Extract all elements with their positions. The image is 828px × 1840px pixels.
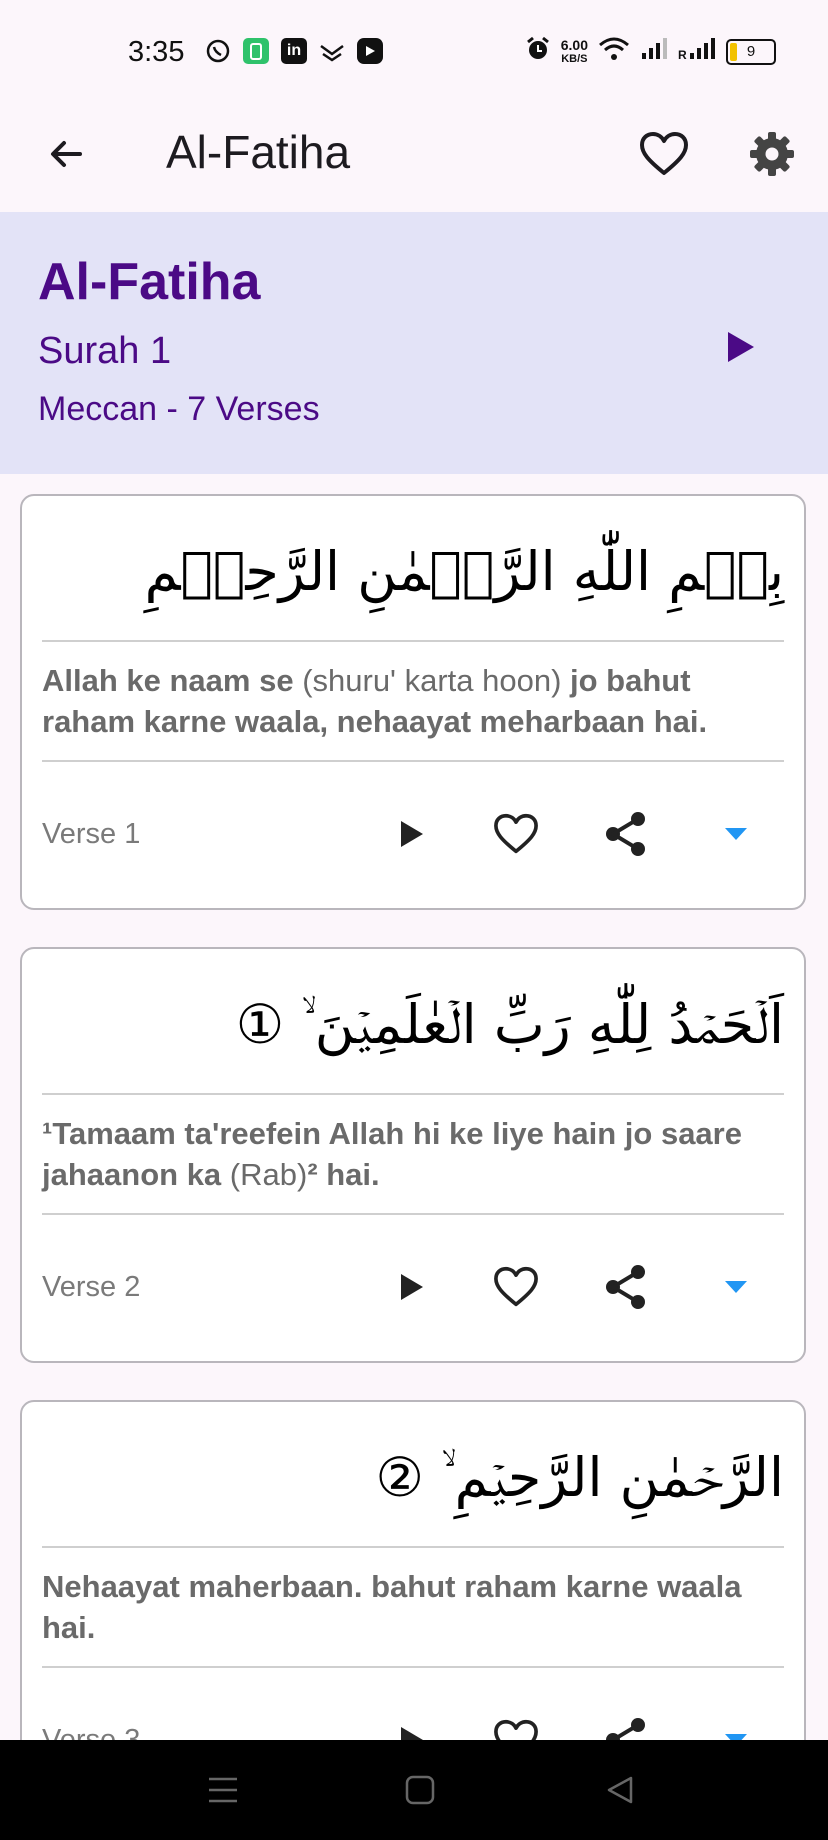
divider: [42, 1666, 784, 1668]
signal-icon: [640, 37, 668, 66]
play-icon: [728, 332, 754, 362]
heart-outline-icon: [494, 1266, 538, 1307]
expand-verse-dropdown[interactable]: [708, 1259, 764, 1315]
share-verse-button[interactable]: [598, 806, 654, 862]
divider: [42, 1213, 784, 1215]
divider: [42, 640, 784, 642]
whatsapp-icon: [205, 38, 231, 64]
arabic-text: الرَّحۡمٰنِ الرَّحِيۡمِ ۙ ②: [375, 1446, 784, 1509]
play-surah-button[interactable]: [716, 322, 766, 372]
divider: [42, 1546, 784, 1548]
arabic-text: اَلۡحَمۡدُ لِلّٰهِ رَبِّ الۡعٰلَمِيۡنَ ۙ…: [235, 993, 784, 1056]
svg-text:R: R: [678, 48, 687, 61]
menu-lines-icon: [209, 1777, 237, 1803]
play-verse-button[interactable]: [384, 806, 440, 862]
favorite-surah-button[interactable]: [632, 122, 696, 186]
app-bar: Al-Fatiha: [0, 100, 828, 212]
home-square-icon: [405, 1775, 435, 1805]
verse-label: Verse 2: [42, 1271, 141, 1303]
verse-card: بِسۡمِ اللّٰهِ الرَّحۡمٰنِ الرَّحِيۡمِ A…: [20, 494, 806, 910]
expand-verse-dropdown[interactable]: [708, 806, 764, 862]
divider: [42, 1093, 784, 1095]
translation-text: Nehaayat maherbaan. bahut raham karne wa…: [42, 1569, 742, 1645]
quran-app-icon: [319, 38, 345, 64]
network-speed: 6.00 KB/S: [560, 36, 588, 65]
play-verse-button[interactable]: [384, 1259, 440, 1315]
favorite-verse-button[interactable]: [488, 806, 544, 862]
signal-roaming-icon: R: [678, 37, 716, 66]
youtube-icon: [357, 38, 383, 64]
wifi-icon: [598, 36, 630, 67]
battery-indicator: 9: [726, 38, 776, 65]
settings-gear-icon: [750, 132, 794, 176]
battery-saver-icon: [243, 38, 269, 64]
surah-name: Al-Fatiha: [38, 253, 261, 311]
surah-number: Surah 1: [38, 330, 172, 372]
heart-outline-icon: [640, 132, 688, 175]
dropdown-arrow-icon: [725, 828, 747, 840]
status-bar: 3:35 in 6.00 KB/S R 9: [0, 0, 828, 100]
translation-text: ¹Tamaam ta'reefein Allah hi ke liye hain…: [42, 1116, 742, 1192]
share-icon: [606, 812, 645, 856]
surah-header: Al-Fatiha Surah 1 Meccan - 7 Verses: [0, 212, 828, 474]
play-icon: [401, 821, 423, 847]
verse-label: Verse 1: [42, 818, 141, 850]
home-button[interactable]: [400, 1770, 440, 1810]
share-verse-button[interactable]: [598, 1259, 654, 1315]
back-nav-button[interactable]: [600, 1770, 640, 1810]
back-triangle-icon: [607, 1776, 633, 1804]
divider: [42, 760, 784, 762]
play-icon: [401, 1274, 423, 1300]
heart-outline-icon: [494, 813, 538, 854]
notification-icons: in: [205, 38, 383, 64]
status-time: 3:35: [128, 36, 185, 68]
dropdown-arrow-icon: [725, 1281, 747, 1293]
alarm-icon: [525, 36, 551, 67]
favorite-verse-button[interactable]: [488, 1259, 544, 1315]
share-icon: [606, 1265, 645, 1309]
back-arrow-icon: [51, 141, 82, 167]
recents-button[interactable]: [203, 1770, 243, 1810]
page-title: Al-Fatiha: [166, 126, 351, 178]
back-button[interactable]: [36, 124, 96, 184]
verse-card: اَلۡحَمۡدُ لِلّٰهِ رَبِّ الۡعٰلَمِيۡنَ ۙ…: [20, 947, 806, 1363]
surah-meta: Meccan - 7 Verses: [38, 390, 320, 428]
translation-text: Allah ke naam se (shuru' karta hoon) jo …: [42, 663, 708, 739]
arabic-text: بِسۡمِ اللّٰهِ الرَّحۡمٰنِ الرَّحِيۡمِ: [144, 540, 784, 603]
system-navigation-bar: [0, 1740, 828, 1840]
settings-button[interactable]: [740, 122, 804, 186]
linkedin-icon: in: [281, 38, 307, 64]
